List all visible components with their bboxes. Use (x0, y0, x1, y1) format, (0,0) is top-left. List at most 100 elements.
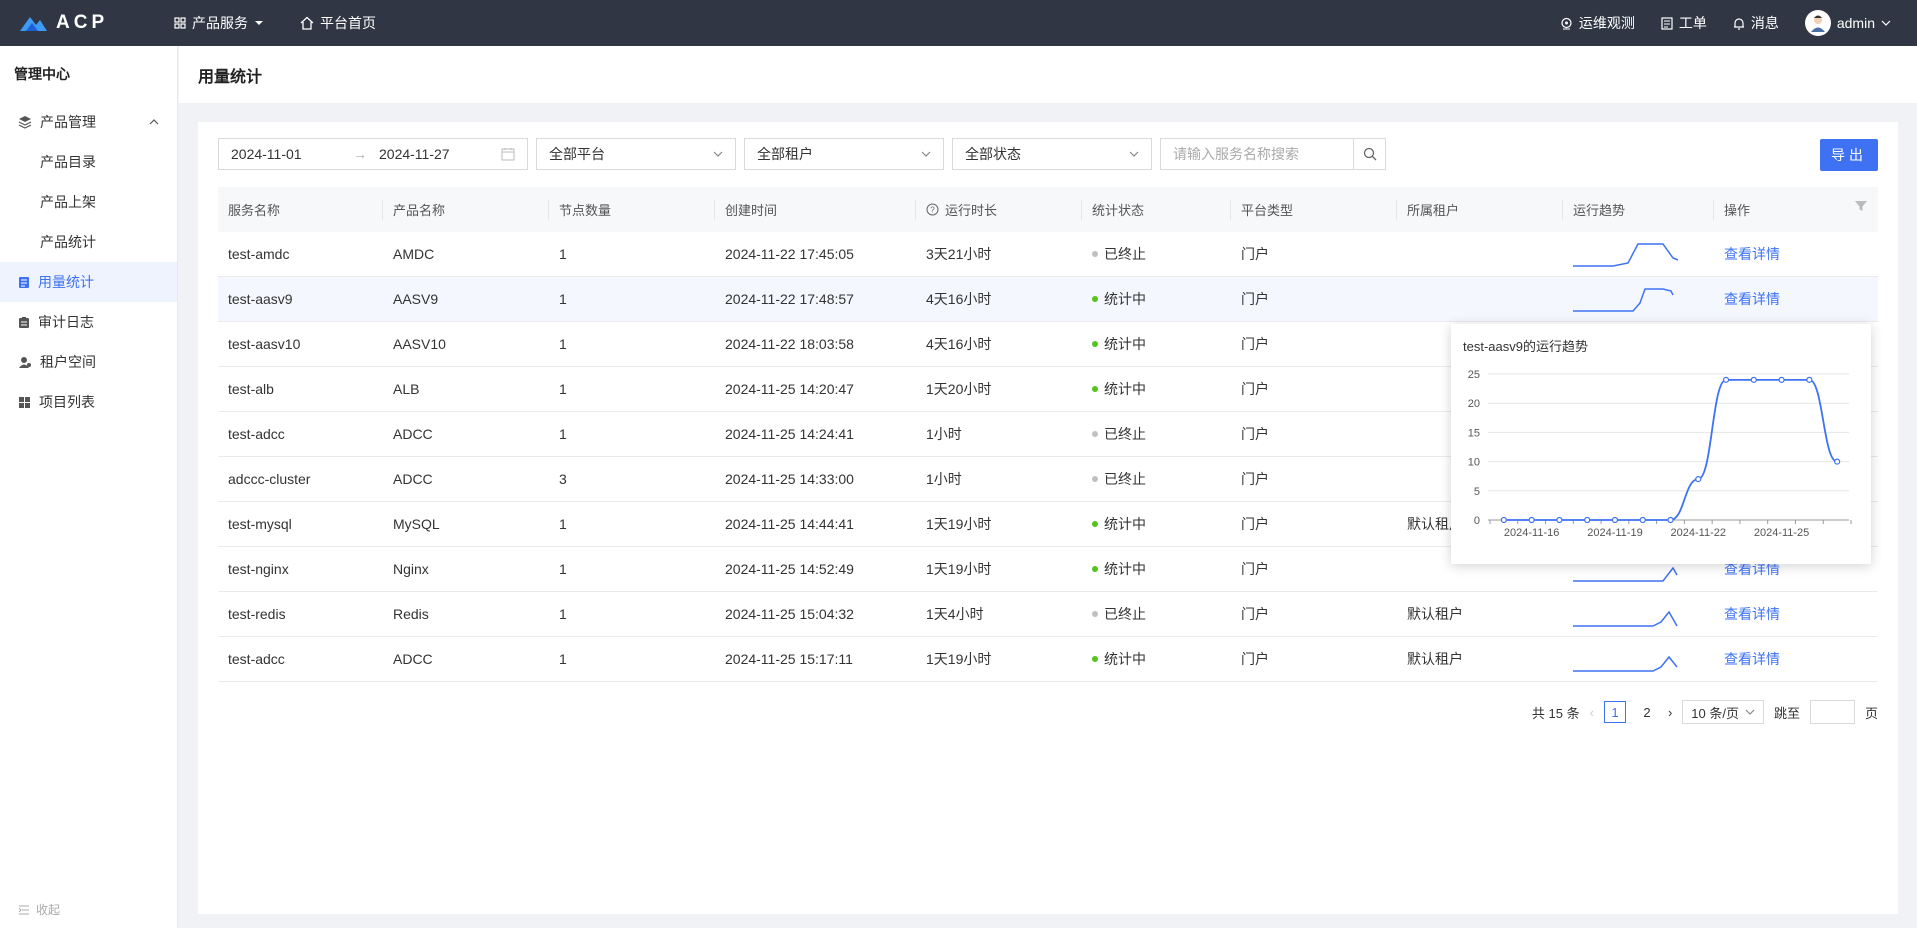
status-dot (1092, 476, 1098, 482)
cell-product: ADCC (393, 471, 433, 487)
view-details-link[interactable]: 查看详情 (1714, 289, 1835, 309)
jump-input[interactable] (1809, 700, 1855, 724)
sparkline[interactable] (1573, 598, 1693, 630)
y-tick-label: 20 (1468, 398, 1480, 410)
cell-nodes: 1 (559, 336, 567, 352)
products-menu[interactable]: 产品服务 (174, 13, 264, 33)
status-select[interactable]: 全部状态 (952, 138, 1152, 170)
sidebar-group-product-management[interactable]: 产品管理 (0, 102, 177, 142)
cell-product: AASV10 (393, 336, 446, 352)
filter-icon[interactable] (1854, 199, 1868, 213)
cell-nodes: 1 (559, 561, 567, 577)
x-tick-label: 2024-11-19 (1587, 527, 1642, 539)
status-cell: 已终止 (1082, 424, 1231, 444)
sidebar-item-product-stats[interactable]: 产品统计 (0, 222, 177, 262)
cell-product: MySQL (393, 516, 440, 532)
status-dot (1092, 656, 1098, 662)
chevron-down-icon (713, 151, 723, 157)
search-input[interactable]: 请输入服务名称搜索 (1160, 138, 1354, 170)
page-size-select[interactable]: 10 条/页 (1682, 700, 1764, 724)
page-1-button[interactable]: 1 (1603, 701, 1626, 723)
home-link-label: 平台首页 (320, 15, 376, 31)
data-point (1639, 516, 1646, 524)
export-button[interactable]: 导出 (1820, 139, 1878, 171)
prev-page-icon[interactable]: ‹ (1590, 705, 1594, 720)
status-text: 已终止 (1104, 246, 1146, 262)
col-header[interactable]: 操作 (1714, 200, 1834, 219)
sidebar-item-tenant-space[interactable]: 租户空间 (0, 342, 177, 382)
cell-platform: 门户 (1241, 651, 1269, 667)
page-2-button[interactable]: 2 (1636, 701, 1658, 723)
app-logo[interactable]: ACP (18, 12, 138, 34)
ticket-icon (1661, 16, 1673, 30)
table-row[interactable]: test-aasv9 AASV9 1 2024-11-22 17:48:57 4天16小… (218, 277, 1878, 322)
sidebar-item-audit-log[interactable]: 审计日志 (0, 302, 177, 342)
status-cell: 已终止 (1082, 244, 1231, 264)
date-end[interactable]: 2024-11-27 (379, 146, 489, 162)
cell-name: test-amdc (228, 246, 290, 262)
grid-icon (174, 17, 186, 29)
view-details-link[interactable]: 查看详情 (1714, 244, 1835, 264)
caret-down-icon (255, 21, 263, 25)
data-point (1750, 376, 1757, 383)
cell-created: 2024-11-22 17:45:05 (725, 246, 854, 262)
y-tick-label: 0 (1474, 515, 1480, 527)
ops-link[interactable]: 运维观测 (1560, 13, 1635, 33)
ticket-link[interactable]: 工单 (1661, 13, 1707, 33)
user-icon (19, 356, 31, 368)
tenant-select-value: 全部租户 (757, 146, 813, 162)
trend-cell[interactable] (1563, 283, 1714, 315)
page-title: 用量统计 (179, 46, 1917, 103)
cell-product: AASV9 (393, 291, 439, 307)
y-tick-label: 5 (1474, 486, 1480, 498)
sparkline[interactable] (1573, 283, 1693, 315)
next-page-icon[interactable]: › (1668, 705, 1672, 720)
search-button[interactable] (1354, 138, 1386, 170)
user-menu[interactable]: admin (1804, 10, 1891, 36)
tenant-select[interactable]: 全部租户 (744, 138, 944, 170)
col-header[interactable]: 服务名称 (218, 200, 382, 219)
home-link[interactable]: 平台首页 (300, 13, 376, 33)
trend-cell[interactable] (1563, 238, 1714, 270)
date-range-picker[interactable]: 2024-11-01 → 2024-11-27 (218, 138, 528, 170)
col-header[interactable]: 统计状态 (1082, 200, 1230, 219)
col-header[interactable]: 运行趋势 (1563, 200, 1713, 219)
data-point (1611, 516, 1619, 524)
cell-created: 2024-11-25 14:52:49 (725, 561, 854, 577)
cell-product: AMDC (393, 246, 435, 262)
status-dot (1092, 611, 1098, 617)
sidebar-item-usage-stats[interactable]: 用量统计 (0, 262, 177, 302)
series-line (1503, 378, 1838, 521)
col-header[interactable]: 创建时间 (715, 200, 915, 219)
sparkline[interactable] (1573, 643, 1693, 675)
trend-cell[interactable] (1563, 643, 1714, 675)
trend-cell[interactable] (1563, 598, 1714, 630)
cell-created: 2024-11-22 18:03:58 (725, 336, 854, 352)
sidebar-item-catalog[interactable]: 产品目录 (0, 142, 177, 182)
sidebar-item-projects[interactable]: 项目列表 (0, 382, 177, 422)
sidebar-collapse-button[interactable]: 收起 (18, 901, 60, 918)
col-header[interactable]: 产品名称 (383, 200, 548, 219)
message-link[interactable]: 消息 (1733, 13, 1779, 33)
sparkline[interactable] (1573, 238, 1693, 270)
total-count: 共 15 条 (1531, 705, 1580, 721)
view-details-link[interactable]: 查看详情 (1714, 604, 1835, 624)
status-text: 统计中 (1104, 381, 1146, 397)
status-dot (1092, 341, 1098, 347)
view-details-link[interactable]: 查看详情 (1714, 649, 1835, 669)
platform-select[interactable]: 全部平台 (536, 138, 736, 170)
cell-platform: 门户 (1241, 516, 1269, 532)
sidebar-item-listing[interactable]: 产品上架 (0, 182, 177, 222)
col-header[interactable]: 节点数量 (549, 200, 714, 219)
top-navbar: ACP 产品服务 平台首页 运维观测 工单 消息 admin (0, 0, 1917, 46)
table-row[interactable]: test-adcc ADCC 1 2024-11-25 15:17:11 1天19小时 统… (218, 637, 1878, 682)
table-row[interactable]: test-redis Redis 1 2024-11-25 15:04:32 1天4小时… (218, 592, 1878, 637)
col-header[interactable]: 平台类型 (1231, 200, 1396, 219)
table-row[interactable]: test-amdc AMDC 1 2024-11-22 17:45:05 3天21小时 已… (218, 232, 1878, 277)
cell-product: ADCC (393, 426, 433, 442)
date-start[interactable]: 2024-11-01 (231, 146, 341, 162)
col-header-duration[interactable]: ? 运行时长 (916, 200, 1081, 219)
col-header[interactable]: 所属租户 (1397, 200, 1562, 219)
cell-nodes: 1 (559, 246, 567, 262)
status-text: 统计中 (1104, 516, 1146, 532)
